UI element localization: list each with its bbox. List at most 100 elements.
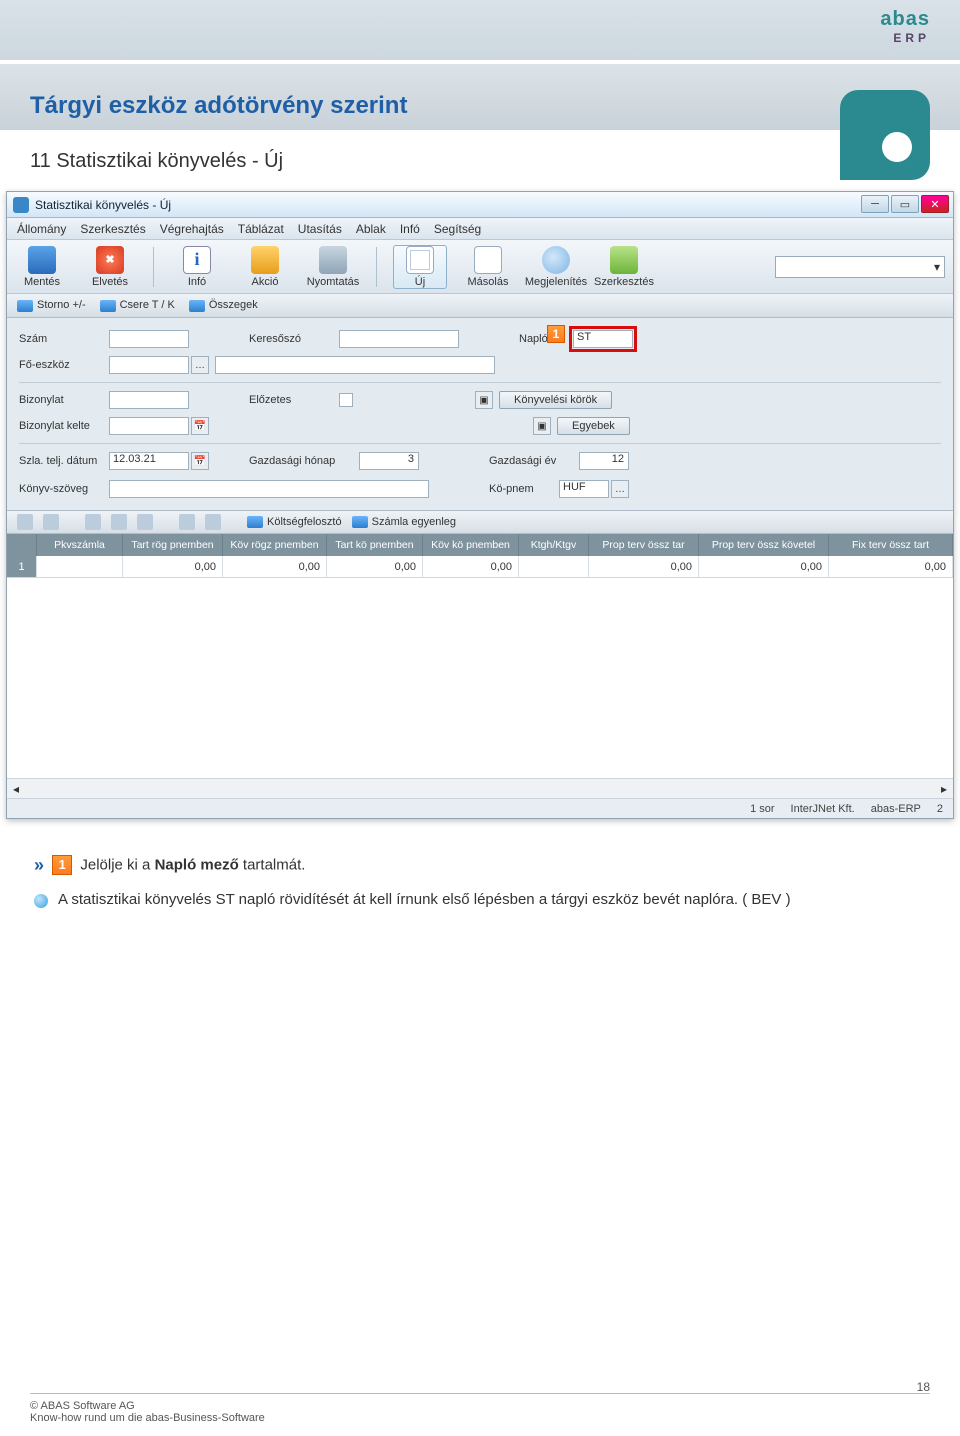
gazd-ev-input[interactable]: 12 (579, 452, 629, 470)
section-title: 11 Statisztikai könyvelés - Új (0, 130, 960, 183)
status-company: InterJNet Kft. (791, 803, 855, 815)
chevron-down-icon: ▾ (934, 260, 940, 274)
szla-datum-label: Szla. telj. dátum (19, 455, 109, 467)
szam-input[interactable] (109, 330, 189, 348)
footer-tagline: Know-how rund um die abas-Business-Softw… (30, 1412, 930, 1424)
megjelenites-button[interactable]: Megjelenítés (529, 246, 583, 288)
bizonylat-kelte-date-picker[interactable]: 📅 (191, 417, 209, 435)
page-number: 18 (917, 1380, 930, 1394)
foeszkoz-picker[interactable]: … (191, 356, 209, 374)
grid-icon-2[interactable] (43, 514, 59, 530)
menu-ablak[interactable]: Ablak (356, 222, 386, 236)
app-window: Statisztikai könyvelés - Új ─ ▭ ✕ Állomá… (6, 191, 954, 819)
grid-icon-5[interactable] (137, 514, 153, 530)
grid-info-icon[interactable] (179, 514, 195, 530)
edit-icon (610, 246, 638, 274)
bizonylat-kelte-input[interactable] (109, 417, 189, 435)
step-1-badge: 1 (52, 855, 72, 875)
naplo-input[interactable]: ST (573, 330, 633, 348)
step-text-pre: Jelölje ki a (80, 856, 154, 873)
elozetes-label: Előzetes (249, 394, 339, 406)
szla-datum-input[interactable]: 12.03.21 (109, 452, 189, 470)
instruction-note: A statisztikai könyvelés ST napló rövidí… (58, 888, 791, 912)
konyvelesi-korok-button[interactable]: Könyvelési körök (499, 391, 612, 409)
status-rows: 1 sor (750, 803, 774, 815)
info-bullet-icon (34, 894, 48, 908)
view-icon (542, 246, 570, 274)
minimize-button[interactable]: ─ (861, 195, 889, 213)
maximize-button[interactable]: ▭ (891, 195, 919, 213)
grid-col-fixterv: Fix terv össz tart (829, 534, 953, 556)
step-text-mid: mező (196, 856, 239, 873)
nyomtatas-button[interactable]: Nyomtatás (306, 246, 360, 288)
grid-col-kovrogz: Köv rögz pnemben (223, 534, 327, 556)
brand-sub: ERP (880, 31, 930, 45)
akcio-button[interactable]: Akció (238, 246, 292, 288)
grid-col-pkvszamla: Pkvszámla (37, 534, 123, 556)
menu-info[interactable]: Infó (400, 222, 420, 236)
csere-button[interactable]: Csere T / K (100, 299, 175, 311)
szerkesztes-button[interactable]: Szerkesztés (597, 246, 651, 288)
statusbar: 1 sor InterJNet Kft. abas-ERP 2 (7, 798, 953, 818)
konyv-szoveg-input[interactable] (109, 480, 429, 498)
grid-icon-3[interactable] (85, 514, 101, 530)
form-area: Szám Keresőszó Napló 1 ST Fő-eszköz … (7, 318, 953, 510)
scroll-left-icon[interactable]: ◂ (13, 782, 19, 796)
action-icon (251, 246, 279, 274)
keresoszo-label: Keresőszó (249, 333, 339, 345)
ko-pnem-input[interactable]: HUF (559, 480, 609, 498)
szamla-egyenleg-button[interactable]: Számla egyenleg (352, 516, 456, 528)
close-button[interactable]: ✕ (921, 195, 949, 213)
ko-pnem-picker[interactable]: … (611, 480, 629, 498)
arrow-icon: » (34, 855, 44, 875)
menu-allomany[interactable]: Állomány (17, 222, 66, 236)
menu-segitseg[interactable]: Segítség (434, 222, 481, 236)
app-icon (13, 197, 29, 213)
masolas-button[interactable]: Másolás (461, 246, 515, 288)
keresoszo-input[interactable] (339, 330, 459, 348)
discard-icon (96, 246, 124, 274)
koltsegfeloszto-button[interactable]: Költségfelosztó (247, 516, 342, 528)
konyvelesi-korok-picker[interactable]: ▣ (475, 391, 493, 409)
grid-row-1[interactable]: 1 0,00 0,00 0,00 0,00 0,00 0,00 0,00 (7, 556, 953, 578)
bizonylat-input[interactable] (109, 391, 189, 409)
menu-vegrehajtas[interactable]: Végrehajtás (160, 222, 224, 236)
gazd-honap-label: Gazdasági hónap (249, 455, 359, 467)
grid-h-scrollbar[interactable]: ◂ ▸ (7, 778, 953, 798)
grid-icon-4[interactable] (111, 514, 127, 530)
foeszkoz-input[interactable] (109, 356, 189, 374)
grid-col-kovko: Köv kö pnemben (423, 534, 519, 556)
toolbar: Mentés Elvetés Infó Akció Nyomtatás Új M… (7, 240, 953, 294)
storno-button[interactable]: Storno +/- (17, 299, 86, 311)
menu-szerkesztes[interactable]: Szerkesztés (80, 222, 145, 236)
elvetes-button[interactable]: Elvetés (83, 246, 137, 288)
grid-toolbar: Költségfelosztó Számla egyenleg (7, 510, 953, 534)
info-button[interactable]: Infó (170, 246, 224, 288)
menu-utasitas[interactable]: Utasítás (298, 222, 342, 236)
szam-label: Szám (19, 333, 109, 345)
egyebek-picker[interactable]: ▣ (533, 417, 551, 435)
page-header-band: abas ERP (0, 0, 960, 60)
szla-date-picker[interactable]: 📅 (191, 452, 209, 470)
new-icon (406, 246, 434, 274)
osszegek-button[interactable]: Összegek (189, 299, 258, 311)
scroll-right-icon[interactable]: ▸ (941, 782, 947, 796)
mentes-button[interactable]: Mentés (15, 246, 69, 288)
window-titlebar: Statisztikai könyvelés - Új ─ ▭ ✕ (7, 192, 953, 218)
search-combo[interactable]: ▾ (775, 256, 945, 278)
grid-icon-6[interactable] (205, 514, 221, 530)
gazd-honap-input[interactable]: 3 (359, 452, 419, 470)
uj-button[interactable]: Új (393, 245, 447, 289)
gazd-ev-label: Gazdasági év (489, 455, 579, 467)
callout-1-badge: 1 (547, 325, 565, 343)
egyebek-button[interactable]: Egyebek (557, 417, 630, 435)
brand-logo: abas ERP (880, 8, 930, 45)
menu-tablazat[interactable]: Táblázat (238, 222, 284, 236)
page-title: Tárgyi eszköz adótörvény szerint (0, 64, 960, 130)
instructions: » 1 Jelölje ki a Napló mező tartalmát. A… (0, 827, 960, 936)
brand-name: abas (880, 8, 930, 30)
foeszkoz-desc[interactable] (215, 356, 495, 374)
konyv-szoveg-label: Könyv-szöveg (19, 483, 109, 495)
elozetes-checkbox[interactable] (339, 393, 353, 407)
grid-icon-1[interactable] (17, 514, 33, 530)
